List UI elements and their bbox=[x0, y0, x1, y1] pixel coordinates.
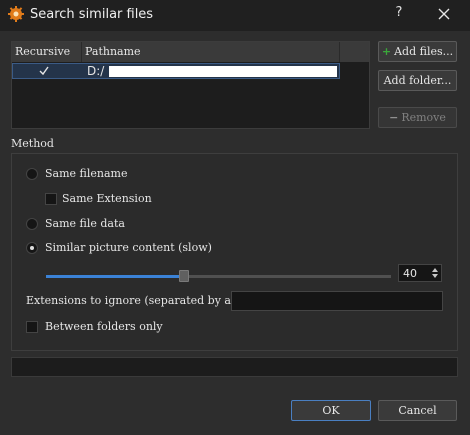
column-header-recursive[interactable]: Recursive bbox=[12, 42, 82, 62]
similarity-value: 40 bbox=[403, 267, 417, 280]
progress-bar bbox=[11, 357, 458, 377]
pathname-cell: D:/ bbox=[87, 64, 105, 78]
window-title: Search similar files bbox=[30, 7, 154, 22]
add-files-label: Add files... bbox=[394, 45, 454, 58]
add-files-button[interactable]: + Add files... bbox=[378, 41, 457, 62]
similarity-slider-fill bbox=[46, 275, 184, 278]
same-extension-label[interactable]: Same Extension bbox=[62, 192, 152, 205]
between-folders-label[interactable]: Between folders only bbox=[45, 320, 163, 333]
cancel-button[interactable]: Cancel bbox=[378, 400, 457, 421]
extensions-ignore-input[interactable] bbox=[231, 291, 443, 311]
between-folders-checkbox[interactable] bbox=[26, 321, 38, 333]
minus-icon: − bbox=[389, 111, 399, 124]
spin-up-icon[interactable] bbox=[430, 266, 440, 273]
same-file-data-label[interactable]: Same file data bbox=[45, 217, 125, 230]
similarity-slider-handle[interactable] bbox=[179, 270, 189, 282]
remove-button[interactable]: − Remove bbox=[378, 107, 457, 128]
title-bar: Search similar files ? bbox=[0, 0, 470, 31]
column-header-pathname[interactable]: Pathname bbox=[82, 42, 340, 62]
similar-picture-label[interactable]: Similar picture content (slow) bbox=[45, 241, 212, 254]
recursive-check-icon[interactable] bbox=[39, 66, 49, 76]
files-table[interactable]: Recursive Pathname D:/ bbox=[11, 41, 370, 129]
table-row[interactable]: D:/ bbox=[12, 63, 340, 79]
remove-label: Remove bbox=[401, 111, 446, 124]
method-label: Method bbox=[11, 137, 54, 150]
similar-picture-radio[interactable] bbox=[26, 242, 38, 254]
help-button[interactable]: ? bbox=[386, 5, 412, 25]
app-gear-icon bbox=[8, 6, 24, 22]
dialog-body: Recursive Pathname D:/ + Add files... Add… bbox=[0, 31, 470, 435]
same-filename-radio[interactable] bbox=[26, 168, 38, 180]
add-folder-button[interactable]: Add folder... bbox=[378, 70, 457, 91]
similarity-slider-track[interactable] bbox=[46, 275, 391, 278]
same-file-data-radio[interactable] bbox=[26, 218, 38, 230]
spin-down-icon[interactable] bbox=[430, 273, 440, 280]
close-icon[interactable] bbox=[432, 4, 456, 26]
redacted-path bbox=[109, 66, 337, 77]
same-filename-label[interactable]: Same filename bbox=[45, 167, 127, 180]
similarity-spinbox[interactable]: 40 bbox=[398, 264, 442, 282]
ok-button[interactable]: OK bbox=[291, 400, 371, 421]
column-header-filler bbox=[340, 42, 369, 62]
same-extension-checkbox[interactable] bbox=[45, 193, 57, 205]
method-group: Same filename Same Extension Same file d… bbox=[11, 153, 458, 351]
plus-icon: + bbox=[381, 45, 392, 58]
